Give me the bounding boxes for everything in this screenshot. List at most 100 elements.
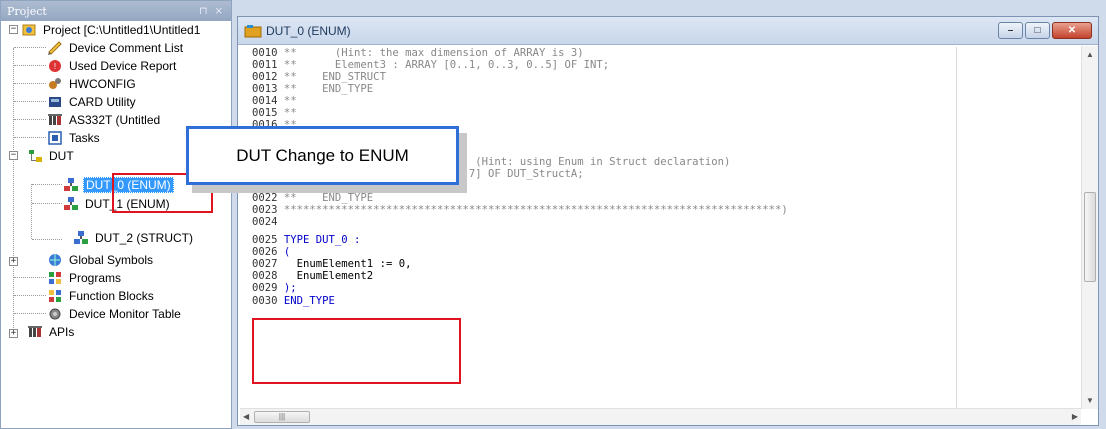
tree-connector (31, 184, 32, 239)
code-text: TYPE DUT_0 : (277, 234, 361, 247)
code-line: 0027 EnumElement1 := 0, (252, 259, 411, 271)
line-number: 0024 (252, 216, 278, 229)
tree-connector (13, 48, 14, 330)
scroll-down-icon[interactable]: ▼ (1086, 396, 1094, 405)
scroll-up-icon[interactable]: ▲ (1086, 50, 1094, 59)
apis-expand-icon[interactable]: + (9, 329, 18, 338)
scroll-left-icon[interactable]: ◀ (243, 412, 249, 421)
horizontal-scrollbar[interactable]: ◀ ||| ▶ (240, 408, 1081, 425)
code-text: ** END_STRUCT (277, 71, 386, 84)
tree-item-label: Function Blocks (69, 288, 154, 303)
tree-item-label: DUT (49, 148, 74, 163)
line-number: 0023 (252, 203, 278, 216)
tree-item-used-device-report[interactable]: ! Used Device Report (47, 57, 178, 74)
code-text: ); (277, 282, 297, 295)
panel-pin-close-icon[interactable]: ⊓ × (199, 6, 225, 17)
line-number: 0027 (252, 258, 278, 271)
plc-icon (47, 112, 63, 127)
tree-item-label: CARD Utility (69, 94, 136, 109)
code-line: 0024 (252, 216, 278, 229)
code-text: EnumElement2 (277, 270, 374, 283)
editor-title-bar: DUT_0 (ENUM) – □ ✕ (238, 17, 1098, 45)
tree-item-label: HWCONFIG (69, 76, 136, 91)
apis-icon (27, 324, 43, 339)
tree-item-label: APIs (49, 324, 75, 339)
code-highlight-box (252, 318, 461, 384)
dut-struct-icon (73, 230, 89, 245)
tree-item-card-utility[interactable]: CARD Utility (47, 93, 138, 110)
project-icon (21, 22, 37, 37)
minimize-button[interactable]: – (998, 22, 1023, 39)
code-line: 0025 TYPE DUT_0 : (252, 234, 361, 247)
svg-text:!: ! (54, 62, 56, 71)
tree-item-programs[interactable]: Programs (47, 269, 123, 286)
project-collapse-icon[interactable]: − (9, 25, 18, 34)
code-text: ** Element3 : ARRAY [0..1, 0..3, 0..5] O… (277, 59, 610, 72)
code-line: 0014 ** (252, 96, 297, 108)
programs-icon (47, 270, 63, 285)
vertical-scrollbar[interactable]: ▲ ▼ (1081, 46, 1098, 409)
code-line: 0022 ** END_TYPE (252, 191, 373, 205)
line-number: 0030 (252, 294, 278, 307)
line-number: 0012 (252, 71, 278, 84)
tree-item-label: AS332T (Untitled (69, 112, 161, 127)
line-number: 0028 (252, 270, 278, 283)
minimize-icon: – (1007, 25, 1014, 36)
card-icon (47, 94, 63, 109)
tree-item-device-monitor-table[interactable]: Device Monitor Table (47, 305, 183, 322)
tree-item-global-symbols[interactable]: Global Symbols (47, 251, 155, 268)
tree-item-label: DUT_2 (STRUCT) (95, 230, 193, 245)
line-number: 0013 (252, 83, 278, 96)
editor-title: DUT_0 (ENUM) (266, 23, 351, 38)
code-line: 0023 ***********************************… (252, 203, 788, 217)
code-line: 0010 ** (Hint: the max dimension of ARRA… (252, 47, 584, 60)
project-panel: Project ⊓ × − Project [C:\Untitled1\Unti… (0, 0, 232, 429)
line-number: 0015 (252, 107, 278, 120)
line-number: 0010 (252, 47, 278, 59)
code-text: END_TYPE (277, 294, 335, 307)
tree-item-dut-2[interactable]: DUT_2 (STRUCT) (73, 229, 195, 246)
code-line: 0028 EnumElement2 (252, 271, 373, 283)
horizontal-scroll-thumb[interactable]: ||| (254, 411, 310, 423)
code-text: ** (Hint: the max dimension of ARRAY is … (277, 47, 584, 59)
print-margin-line (956, 47, 957, 409)
tasks-icon (47, 130, 63, 145)
function-blocks-icon (47, 288, 63, 303)
tree-item-dut-folder[interactable]: DUT (27, 147, 76, 164)
tree-item-label: Project [C:\Untitled1\Untitled1 (43, 22, 201, 37)
project-panel-title-bar: Project ⊓ × (1, 1, 231, 21)
code-line: 0013 ** END_TYPE (252, 83, 373, 96)
code-line: 0026 ( (252, 246, 290, 259)
ide-screen: Project ⊓ × − Project [C:\Untitled1\Unti… (0, 0, 1106, 429)
tree-item-label: Used Device Report (69, 58, 177, 73)
dut-collapse-icon[interactable]: − (9, 151, 18, 160)
tree-item-label: Device Comment List (69, 40, 184, 55)
tree-item-function-blocks[interactable]: Function Blocks (47, 287, 156, 304)
code-text: EnumElement1 := 0, (277, 258, 412, 271)
global-symbols-expand-icon[interactable]: + (9, 257, 18, 266)
close-icon: ✕ (1067, 25, 1077, 36)
scroll-right-icon[interactable]: ▶ (1072, 412, 1078, 421)
tree-item-apis[interactable]: APIs (27, 323, 76, 340)
tree-item-hwconfig[interactable]: HWCONFIG (47, 75, 138, 92)
tree-item-label: Programs (69, 270, 122, 285)
comment-icon (47, 40, 63, 55)
globe-icon (47, 252, 63, 267)
vertical-scroll-thumb[interactable] (1084, 192, 1096, 282)
tree-item-tasks[interactable]: Tasks (47, 129, 102, 146)
maximize-icon: □ (1034, 25, 1041, 36)
maximize-button[interactable]: □ (1025, 22, 1050, 39)
close-button[interactable]: ✕ (1052, 22, 1092, 39)
tree-item-device-comment-list[interactable]: Device Comment List (47, 39, 185, 56)
tree-item-label: Tasks (69, 130, 100, 145)
tree-item-label: Device Monitor Table (69, 306, 181, 321)
callout-text: DUT Change to ENUM (236, 145, 409, 165)
code-line: 0012 ** END_STRUCT (252, 71, 386, 84)
dut-document-icon (244, 24, 262, 38)
line-number: 0022 (252, 191, 278, 204)
dut-enum-icon (63, 196, 79, 211)
monitor-icon (47, 306, 63, 321)
tree-item-plc[interactable]: AS332T (Untitled (47, 111, 162, 128)
tree-item-project[interactable]: Project [C:\Untitled1\Untitled1 (21, 21, 202, 38)
line-number: 0026 (252, 246, 278, 259)
